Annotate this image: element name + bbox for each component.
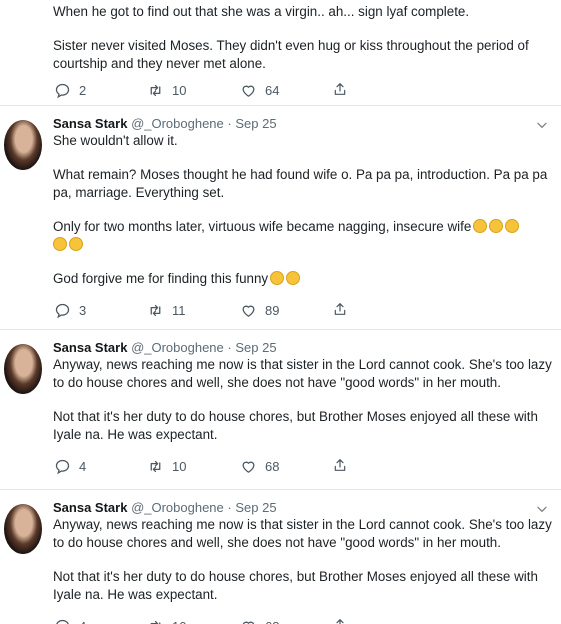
like-icon (239, 457, 257, 475)
tweet-date[interactable]: · Sep 25 (227, 500, 276, 515)
share-icon[interactable] (332, 457, 350, 475)
author-name[interactable]: Sansa Stark (53, 500, 127, 515)
tweet-date[interactable]: · Sep 25 (227, 116, 276, 131)
tweet-actions: 2 10 64 (53, 80, 350, 100)
rofl-emoji (473, 219, 487, 233)
retweet-count: 10 (172, 619, 186, 624)
retweet-count: 10 (172, 459, 186, 474)
tweet-text: Not that it's her duty to do house chore… (53, 568, 553, 604)
reply-count: 3 (79, 303, 86, 318)
reply-icon (53, 457, 71, 475)
tired-face-emoji (286, 271, 300, 285)
author-handle[interactable]: @_Oroboghene (131, 340, 224, 355)
share-icon[interactable] (332, 81, 350, 99)
tweet-text: Not that it's her duty to do house chore… (53, 408, 553, 444)
tweet: Sansa Stark @_Oroboghene · Sep 25 She wo… (0, 105, 561, 330)
reply-count: 4 (79, 619, 86, 624)
reply-icon (53, 81, 71, 99)
avatar[interactable] (4, 120, 42, 170)
like-button[interactable]: 89 (239, 301, 332, 319)
retweet-icon (146, 301, 164, 319)
retweet-button[interactable]: 10 (146, 81, 239, 99)
chevron-down-icon[interactable] (535, 502, 549, 516)
tweet-body: She wouldn't allow it. What remain? Mose… (53, 132, 553, 320)
retweet-icon (146, 457, 164, 475)
tweet-date[interactable]: · Sep 25 (227, 340, 276, 355)
retweet-button[interactable]: 11 (146, 301, 239, 319)
tweet-header: Sansa Stark @_Oroboghene · Sep 25 (53, 499, 277, 516)
like-count: 89 (265, 303, 279, 318)
reply-count: 2 (79, 83, 86, 98)
tweet-text: God forgive me for finding this funny (53, 271, 268, 286)
retweet-icon (146, 81, 164, 99)
tweet-top-partial: When he got to find out that she was a v… (53, 3, 553, 73)
tweet: Sansa Stark @_Oroboghene · Sep 25 Anyway… (0, 329, 561, 485)
tweet-text: What remain? Moses thought he had found … (53, 166, 553, 202)
retweet-button[interactable]: 10 (146, 457, 239, 475)
share-icon[interactable] (332, 301, 350, 319)
tweet-body: Anyway, news reaching me now is that sis… (53, 356, 553, 476)
retweet-count: 11 (172, 303, 186, 318)
tweet-actions: 4 10 68 (53, 456, 553, 476)
tweet-text-with-emoji: God forgive me for finding this funny (53, 270, 553, 288)
chevron-down-icon[interactable] (535, 118, 549, 132)
tweet-body: Anyway, news reaching me now is that sis… (53, 516, 553, 624)
like-count: 64 (265, 83, 279, 98)
like-icon (239, 81, 257, 99)
like-icon (239, 301, 257, 319)
tweet-text-with-emoji: Only for two months later, virtuous wife… (53, 218, 553, 254)
reply-button[interactable]: 3 (53, 301, 146, 319)
reply-count: 4 (79, 459, 86, 474)
tweet-text: When he got to find out that she was a v… (53, 3, 553, 21)
reply-button[interactable]: 2 (53, 81, 146, 99)
like-button[interactable]: 68 (239, 457, 332, 475)
rofl-emoji (69, 237, 83, 251)
avatar[interactable] (4, 504, 42, 554)
tweet-text: Sister never visited Moses. They didn't … (53, 37, 553, 73)
reply-button[interactable]: 4 (53, 457, 146, 475)
reply-icon (53, 301, 71, 319)
retweet-count: 10 (172, 83, 186, 98)
author-handle[interactable]: @_Oroboghene (131, 500, 224, 515)
tired-face-emoji (270, 271, 284, 285)
like-button[interactable]: 64 (239, 81, 332, 99)
author-name[interactable]: Sansa Stark (53, 340, 127, 355)
tweet-text: Anyway, news reaching me now is that sis… (53, 516, 553, 552)
tweet-text: She wouldn't allow it. (53, 132, 553, 150)
tweet-actions: 3 11 89 (53, 300, 553, 320)
rofl-emoji (505, 219, 519, 233)
like-count: 68 (265, 459, 279, 474)
tweet-header: Sansa Stark @_Oroboghene · Sep 25 (53, 339, 277, 356)
rofl-emoji (53, 237, 67, 251)
like-count: 68 (265, 619, 279, 624)
author-name[interactable]: Sansa Stark (53, 116, 127, 131)
tweet-header: Sansa Stark @_Oroboghene · Sep 25 (53, 115, 277, 132)
rofl-emoji (489, 219, 503, 233)
tweet-text: Only for two months later, virtuous wife… (53, 219, 471, 234)
tweet-text: Anyway, news reaching me now is that sis… (53, 356, 553, 392)
author-handle[interactable]: @_Oroboghene (131, 116, 224, 131)
tweet: Sansa Stark @_Oroboghene · Sep 25 Anyway… (0, 489, 561, 624)
avatar[interactable] (4, 344, 42, 394)
